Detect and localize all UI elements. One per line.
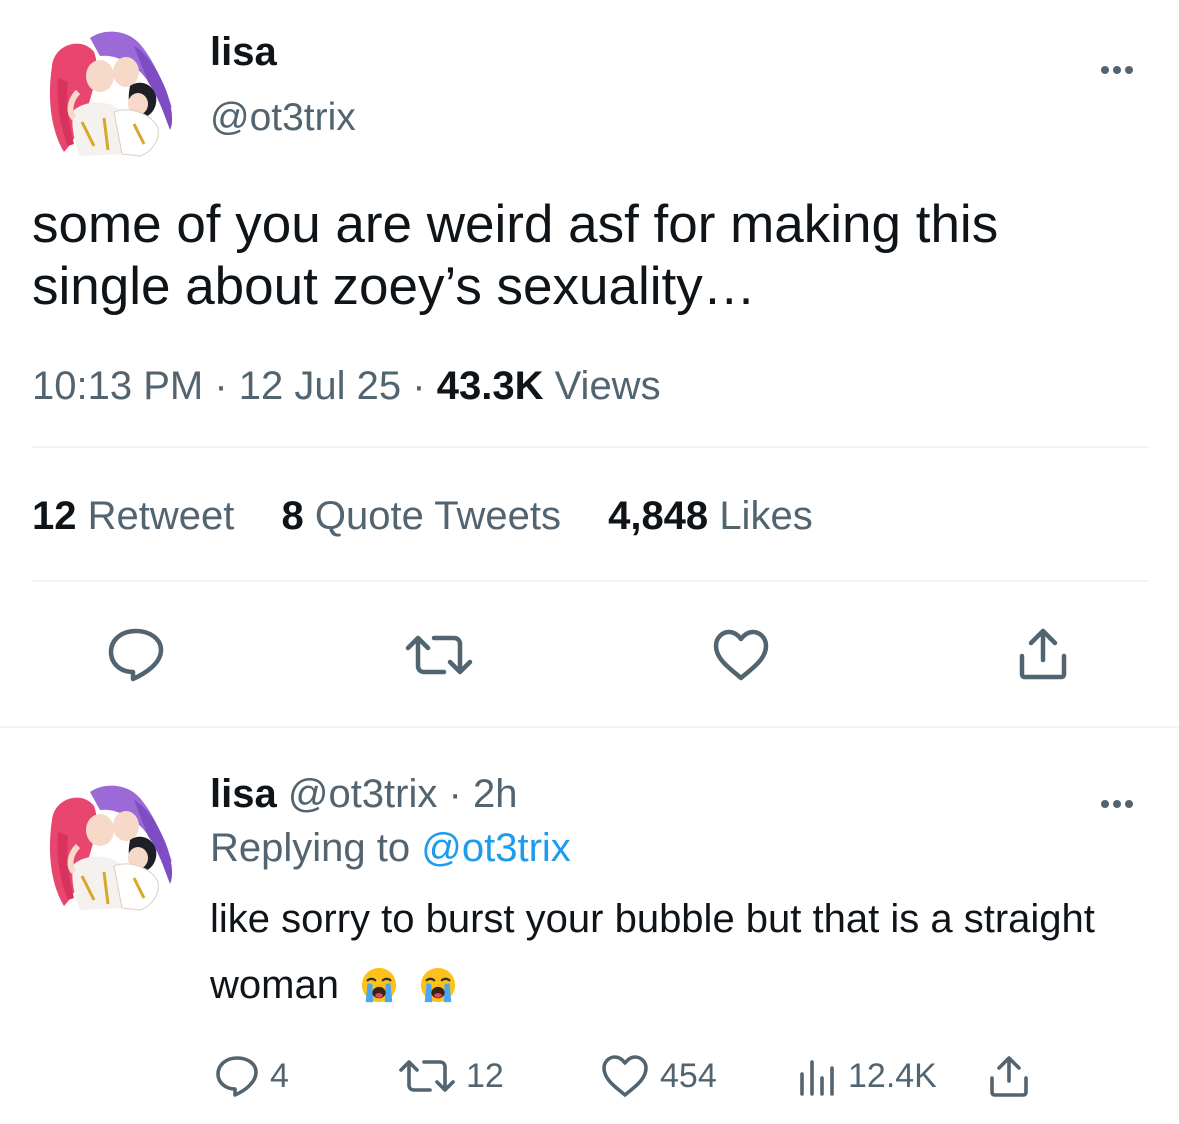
tweet-date[interactable]: 12 Jul 25 — [239, 364, 401, 408]
meta-separator: · — [214, 364, 228, 408]
reply-header: lisa @ot3trix · 2h — [210, 772, 517, 817]
avatar-illustration — [34, 780, 180, 926]
author-handle[interactable]: @ot3trix — [210, 96, 356, 140]
like-icon — [602, 1055, 648, 1097]
more-options-icon[interactable] — [1099, 50, 1135, 80]
reply-retweet-count: 12 — [466, 1056, 504, 1095]
reply-icon[interactable] — [106, 626, 166, 682]
reply-views-button[interactable]: 12.4K — [798, 1052, 937, 1100]
likes-label: Likes — [719, 494, 813, 538]
replying-to: Replying to @ot3trix — [210, 826, 571, 871]
retweet-icon[interactable] — [404, 632, 474, 678]
reply-retweet-button[interactable]: 12 — [398, 1052, 504, 1100]
quotes-stat[interactable]: 8 Quote Tweets — [282, 494, 561, 538]
views-chart-icon — [800, 1060, 834, 1096]
retweets-stat[interactable]: 12 Retweet — [32, 494, 234, 538]
reply-author-avatar[interactable] — [34, 780, 180, 926]
reply-author-handle[interactable]: @ot3trix — [288, 772, 438, 816]
reply-text: like sorry to burst your bubble but that… — [210, 897, 1095, 1007]
reply-more-options-icon[interactable] — [1099, 784, 1135, 814]
tweet-time[interactable]: 10:13 PM — [32, 364, 203, 408]
tweet-text: some of you are weird asf for making thi… — [32, 195, 999, 316]
loudly-crying-face-icon — [419, 966, 457, 1004]
reply-like-count: 454 — [660, 1056, 717, 1095]
author-name[interactable]: lisa — [210, 30, 277, 75]
section-divider — [0, 726, 1179, 728]
share-icon — [990, 1056, 1028, 1097]
reply-like-button[interactable]: 454 — [600, 1052, 717, 1100]
divider — [32, 446, 1149, 448]
reply-separator: · — [448, 772, 462, 816]
loudly-crying-face-icon — [360, 966, 398, 1004]
share-icon[interactable] — [1016, 626, 1070, 682]
retweets-label: Retweet — [87, 494, 235, 538]
reply-author-name[interactable]: lisa — [210, 772, 277, 816]
like-icon[interactable] — [712, 628, 770, 682]
reply-reply-button[interactable]: 4 — [214, 1052, 289, 1100]
reply-views-count: 12.4K — [848, 1056, 937, 1095]
likes-stat[interactable]: 4,848 Likes — [608, 494, 813, 538]
reply-icon — [216, 1056, 258, 1097]
tweet-stats: 12 Retweet 8 Quote Tweets 4,848 Likes — [32, 494, 849, 539]
retweet-icon — [399, 1060, 455, 1092]
views-label: Views — [554, 364, 661, 408]
reply-count: 4 — [270, 1056, 289, 1095]
divider — [32, 580, 1149, 582]
quotes-label: Quote Tweets — [314, 494, 561, 538]
likes-count: 4,848 — [608, 494, 709, 538]
author-avatar[interactable] — [34, 26, 180, 172]
reply-share-button[interactable] — [988, 1052, 1040, 1100]
replying-handle-link[interactable]: @ot3trix — [421, 826, 571, 870]
quotes-count: 8 — [281, 494, 304, 538]
avatar-illustration — [34, 26, 180, 172]
views-count: 43.3K — [436, 364, 544, 408]
tweet-meta: 10:13 PM · 12 Jul 25 · 43.3K Views — [32, 364, 661, 409]
tweet-detail-page: lisa @ot3trix some of you are weird asf … — [0, 0, 1179, 1124]
reply-age[interactable]: 2h — [473, 772, 518, 816]
retweets-count: 12 — [32, 494, 77, 538]
meta-separator: · — [412, 364, 426, 408]
replying-prefix: Replying to — [210, 826, 411, 870]
reply-text-block: like sorry to burst your bubble but that… — [210, 886, 1110, 1018]
